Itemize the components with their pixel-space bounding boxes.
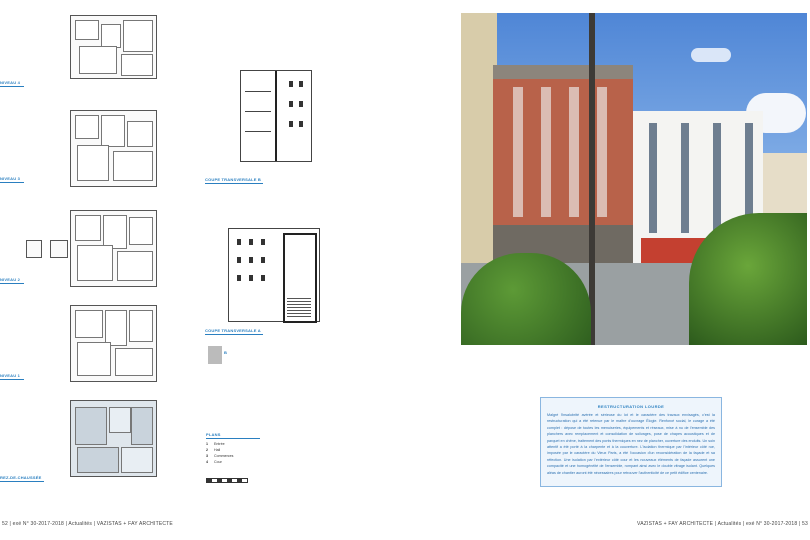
footer-left: 52 | exé N° 30-2017-2018 | Actualités | … bbox=[2, 521, 173, 527]
footer-right: VAZISTAS + FAY ARCHITECTE | Actualités |… bbox=[637, 521, 808, 527]
section-a-label: COUPE TRANSVERSALE A bbox=[205, 328, 261, 333]
legend-item: 4 Cour bbox=[206, 460, 222, 464]
plan-level-3 bbox=[70, 110, 157, 187]
plan-level-2 bbox=[70, 210, 157, 287]
plan-ground-floor bbox=[70, 400, 157, 477]
building-photo bbox=[461, 13, 807, 345]
legend-title: PLANS bbox=[206, 432, 221, 437]
plan-level-2-small-a bbox=[26, 240, 42, 258]
section-b-drawing bbox=[240, 70, 312, 162]
site-plan-marker-label: B bbox=[224, 350, 228, 355]
level-1-underline bbox=[0, 379, 24, 380]
level-2-underline bbox=[0, 283, 24, 284]
legend-list: 1 Entrée 2 Hall 3 Commerces 4 Cour bbox=[206, 441, 266, 465]
plan-level-2-small-b bbox=[50, 240, 68, 258]
section-a-underline bbox=[205, 334, 263, 335]
section-b-label: COUPE TRANSVERSALE B bbox=[205, 177, 262, 182]
ground-floor-underline bbox=[0, 481, 44, 482]
plan-level-4 bbox=[70, 15, 157, 79]
textbox-body: Malgré l'insalubrité avérée et sérieuse … bbox=[547, 413, 715, 475]
restructuring-textbox: RESTRUCTURATION LOURDE Malgré l'insalubr… bbox=[540, 397, 722, 487]
level-2-label: NIVEAU 2 bbox=[0, 277, 21, 282]
textbox-title: RESTRUCTURATION LOURDE bbox=[597, 404, 665, 409]
section-a-drawing bbox=[228, 228, 320, 323]
level-4-label: NIVEAU 4 bbox=[0, 80, 21, 85]
level-3-underline bbox=[0, 182, 24, 183]
site-plan-marker bbox=[208, 346, 222, 364]
level-1-label: NIVEAU 1 bbox=[0, 373, 21, 378]
level-4-underline bbox=[0, 86, 24, 87]
level-3-label: NIVEAU 3 bbox=[0, 176, 21, 181]
section-b-underline bbox=[205, 183, 263, 184]
legend-underline bbox=[206, 438, 260, 439]
scale-bar bbox=[206, 478, 248, 483]
plan-level-1 bbox=[70, 305, 157, 382]
ground-floor-label: REZ-DE-CHAUSSÉE bbox=[0, 475, 42, 480]
